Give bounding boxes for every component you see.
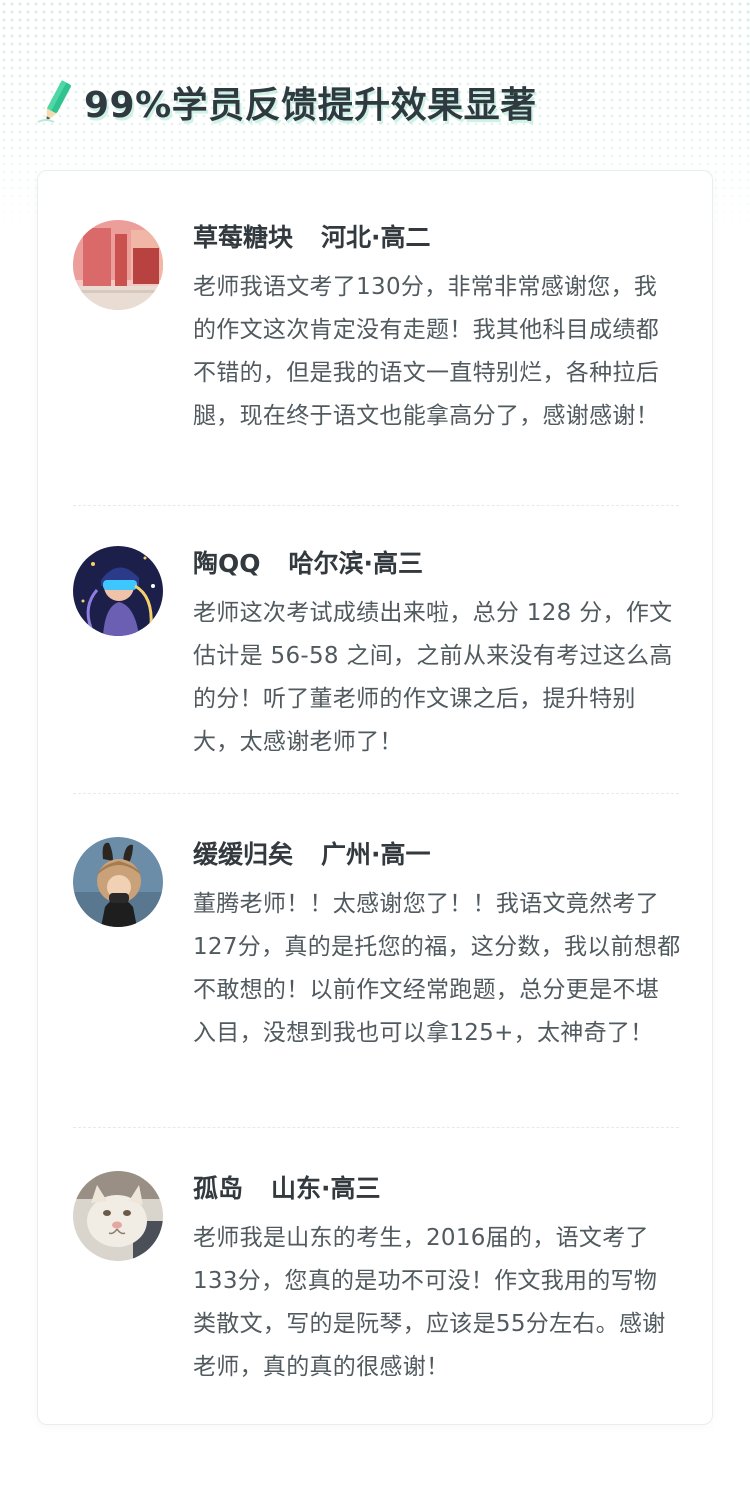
section-header: 99%学员反馈提升效果显著 bbox=[36, 76, 537, 128]
reviewer-location: 河北·高二 bbox=[321, 223, 431, 252]
review-text: 董腾老师！！太感谢您了！！我语文竟然考了127分，真的是托您的福，这分数，我以前… bbox=[193, 891, 681, 1046]
reviewer-line: 孤岛 山东·高三 bbox=[193, 1171, 683, 1207]
reviewer-name: 草莓糖块 bbox=[193, 223, 294, 252]
divider bbox=[73, 1127, 679, 1128]
review-text: 老师这次考试成绩出来啦，总分 128 分，作文估计是 56-58 之间，之前从来… bbox=[193, 600, 673, 755]
reviewer-location: 山东·高三 bbox=[271, 1174, 381, 1203]
avatar bbox=[73, 837, 163, 927]
avatar bbox=[73, 546, 163, 636]
review-text: 老师我是山东的考生，2016届的，语文考了133分，您真的是功不可没！作文我用的… bbox=[193, 1225, 666, 1380]
page-title: 99%学员反馈提升效果显著 bbox=[84, 85, 537, 126]
divider bbox=[73, 505, 679, 506]
reviewer-line: 缓缓归矣 广州·高一 bbox=[193, 837, 683, 873]
reviewer-location: 哈尔滨·高三 bbox=[288, 549, 424, 578]
reviewer-location: 广州·高一 bbox=[321, 840, 431, 869]
review-text: 老师我语文考了130分，非常非常感谢您，我的作文这次肯定没有走题！我其他科目成绩… bbox=[193, 274, 659, 429]
reviewer-name: 孤岛 bbox=[193, 1174, 244, 1203]
reviewer-line: 草莓糖块 河北·高二 bbox=[193, 220, 683, 256]
reviewer-name: 缓缓归矣 bbox=[193, 840, 294, 869]
divider bbox=[73, 793, 679, 794]
reviewer-line: 陶QQ 哈尔滨·高三 bbox=[193, 546, 683, 582]
review-card: 草莓糖块 河北·高二 老师我语文考了130分，非常非常感谢您，我的作文这次肯定没有… bbox=[37, 170, 713, 1425]
avatar bbox=[73, 220, 163, 310]
avatar bbox=[73, 1171, 163, 1261]
reviewer-name: 陶QQ bbox=[193, 549, 261, 578]
pencil-icon bbox=[37, 80, 71, 123]
